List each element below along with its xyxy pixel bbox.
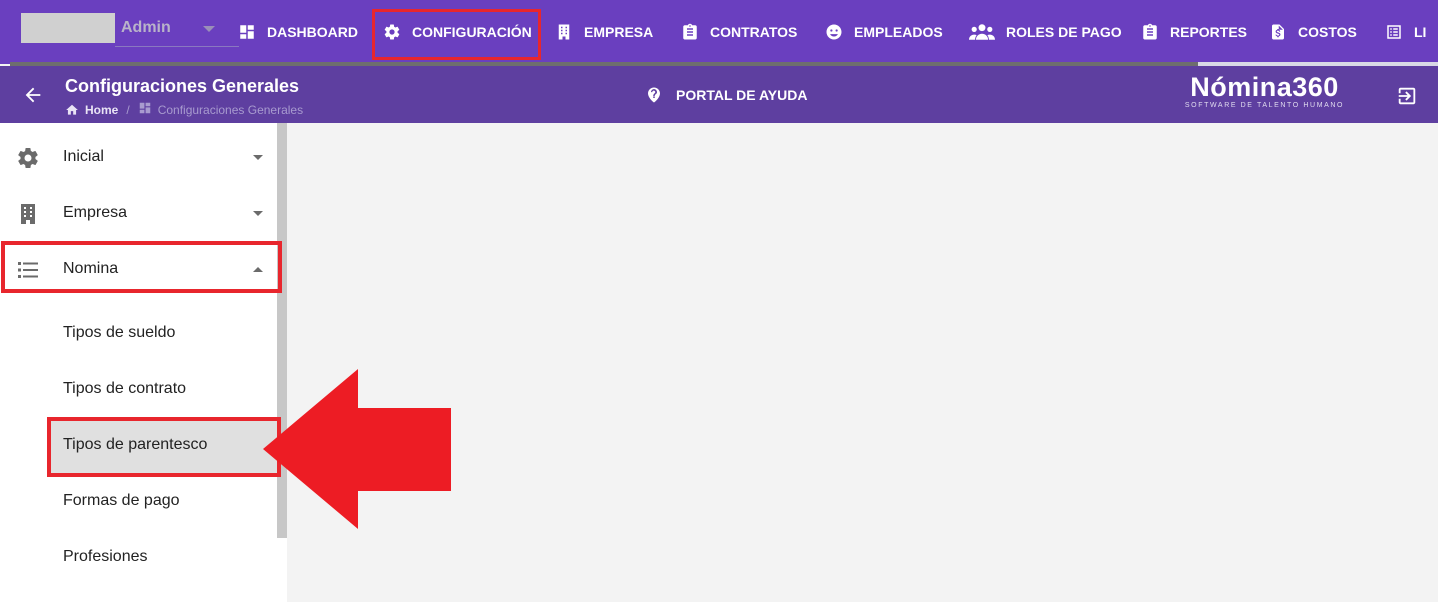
user-selector[interactable]: Admin (21, 13, 239, 47)
brand-tagline: SOFTWARE DE TALENTO HUMANO (1184, 102, 1345, 109)
help-icon (648, 87, 660, 103)
parentesco-highlight-box (47, 417, 281, 477)
sidebar-subitem-tipos-de-contrato[interactable]: Tipos de contrato (50, 362, 277, 418)
dollar-file-icon (1268, 22, 1288, 42)
red-pointer-arrow (263, 369, 451, 529)
sidebar-subitem-label: Tipos de sueldo (63, 324, 176, 341)
sidebar-subitem-label: Profesiones (63, 548, 148, 565)
nomina-highlight-box (1, 241, 282, 293)
user-name: Admin (121, 19, 171, 36)
configuracion-highlight-box (372, 9, 541, 60)
breadcrumb: Home / Configuraciones Generales (65, 101, 303, 118)
people-icon (968, 22, 996, 42)
dashboard-icon (138, 101, 158, 118)
breadcrumb-current: Configuraciones Generales (157, 102, 304, 117)
nav-reportes-label: REPORTES (1170, 24, 1248, 40)
brand-name: Nómina360 (1190, 72, 1339, 102)
nav-contratos[interactable]: CONTRATOS (680, 14, 797, 50)
nav-empleados[interactable]: EMPLEADOS (824, 14, 943, 50)
sidebar-subitem-label: Formas de pago (63, 492, 180, 509)
breadcrumb-home[interactable]: Home (85, 103, 118, 117)
face-icon (824, 22, 844, 42)
chevron-down-icon (253, 155, 263, 160)
nav-dashboard[interactable]: DASHBOARD (237, 14, 358, 50)
nav-costos-label: COSTOS (1298, 24, 1357, 40)
sidebar-subitem-formas-de-pago[interactable]: Formas de pago (50, 474, 277, 530)
sidebar-item-label: Inicial (63, 148, 104, 165)
list-icon (1384, 22, 1404, 42)
nav-reportes[interactable]: REPORTES (1140, 14, 1247, 50)
nav-li[interactable]: LI (1384, 14, 1426, 50)
sidebar-item-empresa[interactable]: Empresa (0, 186, 277, 242)
back-arrow-icon[interactable] (22, 84, 44, 106)
dashboard-icon (237, 22, 257, 42)
breadcrumb-separator: / (126, 102, 130, 117)
page-title: Configuraciones Generales (65, 76, 300, 96)
nav-li-label: LI (1414, 24, 1427, 40)
building-icon (554, 22, 574, 42)
gear-icon (16, 146, 40, 170)
chevron-down-icon (203, 26, 215, 32)
avatar (21, 13, 115, 43)
help-portal-label: PORTAL DE AYUDA (676, 87, 808, 103)
nav-empresa[interactable]: EMPRESA (554, 14, 653, 50)
sidebar-subitem-profesiones[interactable]: Profesiones (50, 530, 277, 586)
nav-roles-de-pago[interactable]: ROLES DE PAGO (968, 14, 1122, 50)
clipboard-icon (1140, 22, 1160, 42)
nav-costos[interactable]: COSTOS (1268, 14, 1357, 50)
top-navbar: Admin DASHBOARD CONFIGURACIÓN EMPRESA CO… (0, 0, 1438, 66)
nav-empresa-label: EMPRESA (584, 24, 654, 40)
sidebar-item-label: Empresa (63, 204, 128, 221)
sidebar-subitem-tipos-de-sueldo[interactable]: Tipos de sueldo (50, 306, 277, 362)
page-header: Configuraciones Generales Home / Configu… (0, 66, 1438, 123)
help-portal-link[interactable]: PORTAL DE AYUDA (645, 86, 807, 104)
nav-contratos-label: CONTRATOS (710, 24, 798, 40)
sidebar-subitem-label: Tipos de contrato (63, 380, 187, 397)
nav-dashboard-label: DASHBOARD (267, 24, 358, 40)
nav-roles-de-pago-label: ROLES DE PAGO (1006, 24, 1122, 40)
brand-logo: Nómina360 SOFTWARE DE TALENTO HUMANO (1172, 72, 1357, 109)
home-icon (66, 104, 78, 115)
chevron-down-icon (253, 211, 263, 216)
nav-empleados-label: EMPLEADOS (854, 24, 943, 40)
logout-icon[interactable] (1396, 85, 1418, 107)
building-icon (16, 202, 40, 226)
user-underline (115, 46, 239, 47)
clipboard-icon (680, 22, 700, 42)
sidebar-item-inicial[interactable]: Inicial (0, 130, 277, 186)
